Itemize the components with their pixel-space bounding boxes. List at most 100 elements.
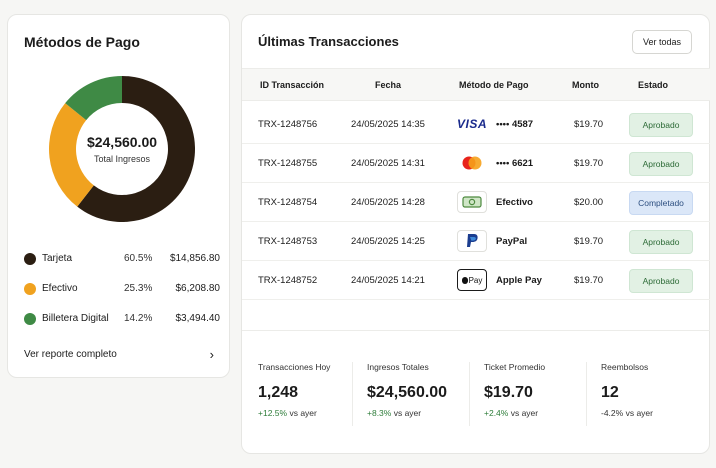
mastercard-icon bbox=[457, 152, 487, 174]
visa-logo-text: VISA bbox=[457, 117, 488, 131]
transaction-amount: $19.70 bbox=[574, 119, 604, 130]
legend-percent: 14.2% bbox=[124, 313, 153, 324]
donut-total-label: Total Ingresos bbox=[93, 154, 151, 164]
status-badge: Aprobado bbox=[629, 230, 693, 254]
column-header-method[interactable]: Método de Pago bbox=[459, 80, 529, 90]
transaction-amount: $20.00 bbox=[574, 197, 604, 208]
table-row[interactable]: TRX-1248754 24/05/2025 14:28 Efectivo $2… bbox=[242, 183, 710, 222]
section-divider bbox=[242, 330, 710, 331]
legend-amount: $14,856.80 bbox=[169, 253, 220, 264]
transaction-amount: $19.70 bbox=[574, 275, 604, 286]
transactions-table-header: ID Transacción Fecha Método de Pago Mont… bbox=[242, 68, 710, 101]
transaction-date: 24/05/2025 14:31 bbox=[351, 158, 425, 169]
legend-item-tarjeta: Tarjeta 60.5% $14,856.80 bbox=[24, 249, 220, 279]
paypal-icon bbox=[457, 230, 487, 252]
column-header-date[interactable]: Fecha bbox=[375, 80, 401, 90]
transaction-id: TRX-1248756 bbox=[258, 119, 318, 130]
view-all-button[interactable]: Ver todas bbox=[632, 30, 692, 54]
transaction-id: TRX-1248752 bbox=[258, 275, 318, 286]
payment-methods-legend: Tarjeta 60.5% $14,856.80 Efectivo 25.3% … bbox=[24, 249, 220, 339]
transaction-id: TRX-1248755 bbox=[258, 158, 318, 169]
kpi-delta-suffix: vs ayer bbox=[393, 408, 422, 418]
transaction-method: Pay Apple Pay bbox=[457, 267, 542, 293]
kpi-value: 12 bbox=[601, 384, 619, 401]
column-header-id[interactable]: ID Transacción bbox=[260, 80, 324, 90]
transaction-date: 24/05/2025 14:25 bbox=[351, 236, 425, 247]
transaction-method: Efectivo bbox=[457, 189, 533, 215]
kpi-value: $19.70 bbox=[484, 384, 533, 401]
table-row[interactable]: TRX-1248755 24/05/2025 14:31 •••• 6621 $… bbox=[242, 144, 710, 183]
method-label: •••• 6621 bbox=[496, 157, 534, 169]
legend-amount: $3,494.40 bbox=[175, 313, 221, 324]
apple-pay-icon: Pay bbox=[457, 269, 487, 291]
table-row[interactable]: TRX-1248753 24/05/2025 14:25 PayPal $19.… bbox=[242, 222, 710, 261]
legend-dot-efectivo bbox=[24, 283, 36, 295]
status-badge: Aprobado bbox=[629, 269, 693, 293]
legend-name: Tarjeta bbox=[42, 253, 73, 264]
kpi-label: Transacciones Hoy bbox=[258, 362, 331, 372]
kpi-delta-suffix: vs ayer bbox=[289, 408, 317, 418]
kpi-total-revenue: Ingresos Totales $24,560.00 +8.3% vs aye… bbox=[367, 362, 472, 426]
kpi-divider bbox=[469, 362, 470, 426]
table-row[interactable]: TRX-1248752 24/05/2025 14:21 Pay Apple P… bbox=[242, 261, 710, 300]
kpi-delta: +12.5% vs ayer bbox=[258, 408, 354, 418]
chevron-right-icon: › bbox=[209, 347, 214, 362]
view-full-report-link[interactable]: Ver reporte completo › bbox=[24, 347, 214, 362]
kpi-delta-suffix: vs ayer bbox=[625, 408, 653, 418]
transaction-date: 24/05/2025 14:28 bbox=[351, 197, 425, 208]
status-badge: Aprobado bbox=[629, 113, 693, 137]
kpi-delta: -4.2% vs ayer bbox=[601, 408, 701, 418]
payment-methods-donut-chart: $24,560.00 Total Ingresos bbox=[47, 74, 197, 224]
column-header-status[interactable]: Estado bbox=[638, 80, 668, 90]
legend-percent: 25.3% bbox=[124, 283, 153, 294]
kpi-value: 1,248 bbox=[258, 384, 299, 401]
transaction-method: PayPal bbox=[457, 228, 527, 254]
method-label: Efectivo bbox=[496, 196, 533, 208]
kpi-transactions-today: Transacciones Hoy 1,248 +12.5% vs ayer bbox=[258, 362, 354, 426]
transaction-method: •••• 6621 bbox=[457, 150, 533, 176]
column-header-amount[interactable]: Monto bbox=[572, 80, 599, 90]
kpi-delta-value: +8.3% bbox=[367, 408, 392, 418]
donut-total-amount: $24,560.00 bbox=[86, 134, 158, 150]
donut-center: $24,560.00 Total Ingresos bbox=[47, 74, 197, 224]
kpi-divider bbox=[352, 362, 353, 426]
legend-item-efectivo: Efectivo 25.3% $6,208.80 bbox=[24, 279, 220, 309]
apple-logo-icon bbox=[461, 276, 468, 284]
kpi-delta: +2.4% vs ayer bbox=[484, 408, 584, 418]
kpi-average-ticket: Ticket Promedio $19.70 +2.4% vs ayer bbox=[484, 362, 584, 426]
kpi-refunds: Reembolsos 12 -4.2% vs ayer bbox=[601, 362, 701, 426]
kpi-delta-value: +2.4% bbox=[484, 408, 509, 418]
transaction-date: 24/05/2025 14:35 bbox=[351, 119, 425, 130]
kpi-label: Ingresos Totales bbox=[367, 362, 429, 372]
method-label: Apple Pay bbox=[496, 274, 542, 286]
kpi-delta-suffix: vs ayer bbox=[510, 408, 539, 418]
transactions-card: Últimas Transacciones Ver todas ID Trans… bbox=[241, 14, 710, 454]
legend-item-billetera-digital: Billetera Digital 14.2% $3,494.40 bbox=[24, 309, 220, 339]
legend-amount: $6,208.80 bbox=[175, 283, 221, 294]
legend-dot-billetera bbox=[24, 313, 36, 325]
payment-methods-card: Métodos de Pago $24,560.00 Total Ingreso… bbox=[7, 14, 230, 378]
transactions-title: Últimas Transacciones bbox=[258, 34, 399, 49]
transaction-amount: $19.70 bbox=[574, 158, 604, 169]
status-badge: Completado bbox=[629, 191, 693, 215]
kpi-value: $24,560.00 bbox=[367, 384, 448, 401]
transaction-method: VISA •••• 4587 bbox=[457, 111, 533, 137]
kpi-delta: +8.3% vs ayer bbox=[367, 408, 472, 418]
kpi-label: Reembolsos bbox=[601, 362, 649, 372]
method-label: •••• 4587 bbox=[496, 118, 534, 130]
transaction-id: TRX-1248753 bbox=[258, 236, 318, 247]
method-label: PayPal bbox=[496, 235, 528, 247]
transaction-id: TRX-1248754 bbox=[258, 197, 318, 208]
transaction-date: 24/05/2025 14:21 bbox=[351, 275, 425, 286]
kpi-label: Ticket Promedio bbox=[484, 362, 546, 372]
kpi-divider bbox=[586, 362, 587, 426]
view-full-report-label: Ver reporte completo bbox=[24, 349, 117, 360]
transaction-amount: $19.70 bbox=[574, 236, 604, 247]
table-row[interactable]: TRX-1248756 24/05/2025 14:35 VISA •••• 4… bbox=[242, 105, 710, 144]
kpi-delta-value: -4.2% bbox=[601, 408, 624, 418]
payment-methods-title: Métodos de Pago bbox=[24, 34, 140, 50]
legend-dot-tarjeta bbox=[24, 253, 36, 265]
legend-name: Efectivo bbox=[42, 283, 78, 294]
legend-percent: 60.5% bbox=[124, 253, 153, 264]
legend-name: Billetera Digital bbox=[42, 313, 109, 324]
